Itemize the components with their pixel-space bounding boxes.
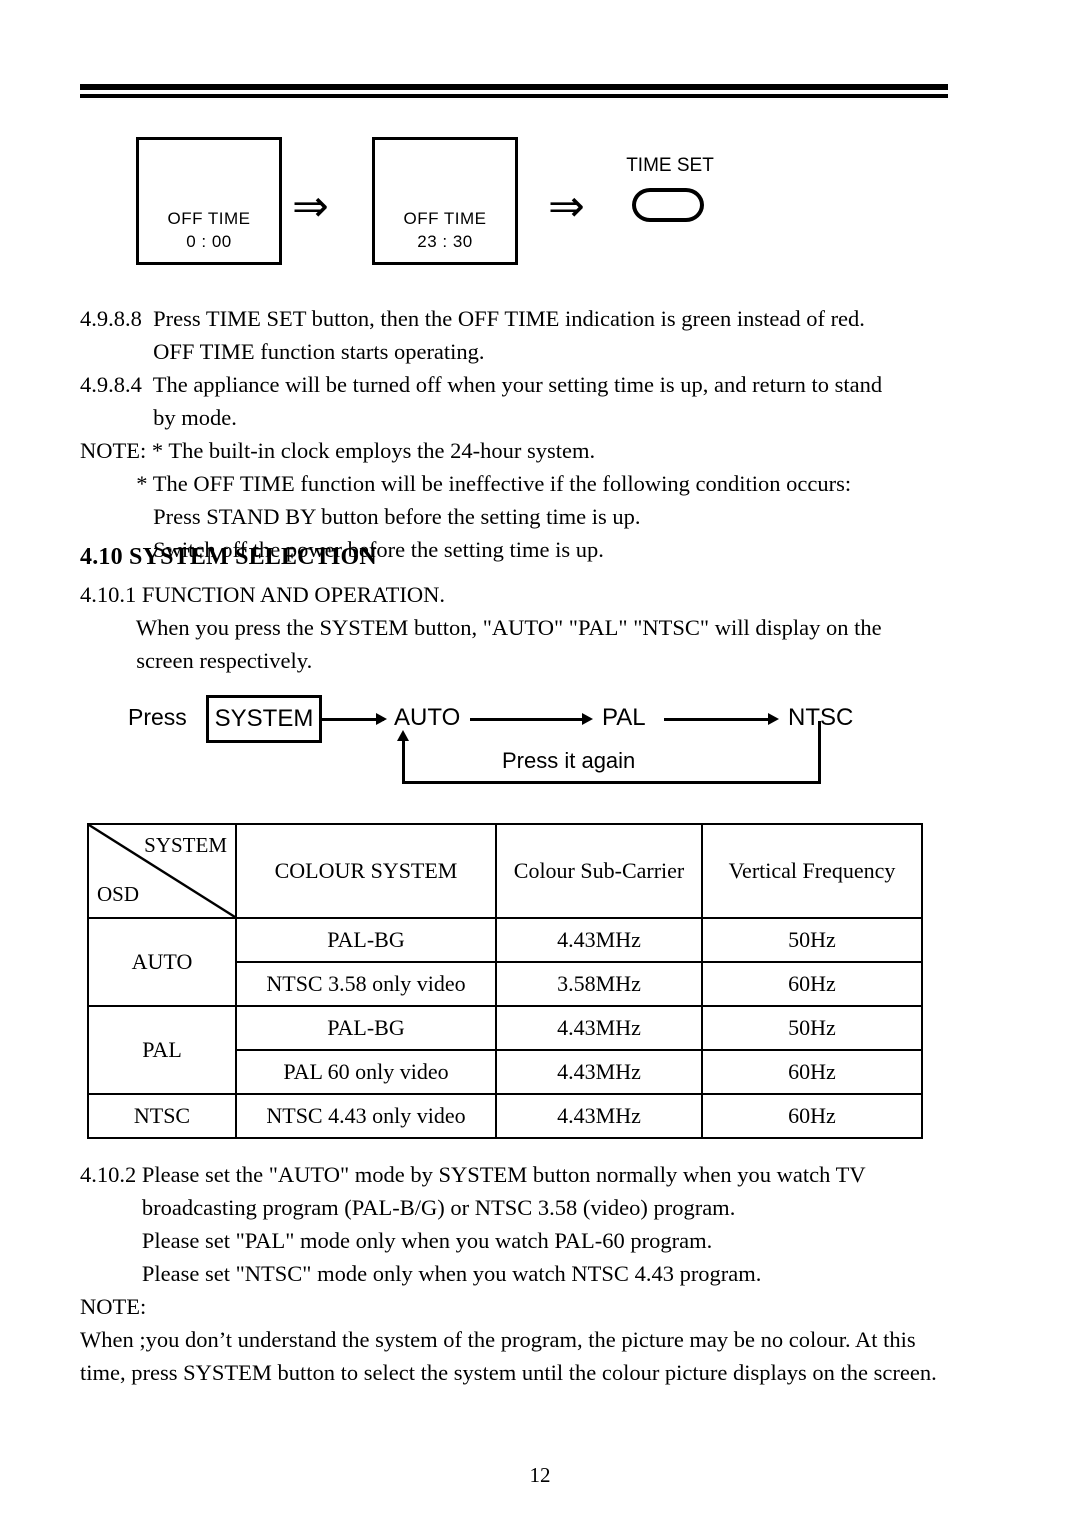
table-cell-sub-carrier: 4.43MHz [495,917,703,963]
flow-line-auto-to-pal [470,718,588,721]
table-cell-colour-system: PAL-BG [235,1005,497,1051]
flow-loop-label: Press it again [502,748,636,773]
table-cell-colour-system: PAL-BG [235,917,497,963]
double-arrow-right-icon-2: ⇒ [548,181,585,232]
time-set-button-icon [632,188,704,222]
table-cell-vertical-frequency: 50Hz [701,917,923,963]
double-arrow-right-icon: ⇒ [292,181,329,232]
flow-loop-line-left [402,738,405,784]
flow-loop-line-bottom [402,781,821,784]
table-cell-colour-system: NTSC 4.43 only video [235,1093,497,1139]
table-cell-sub-carrier: 4.43MHz [495,1093,703,1139]
section-heading-system-selection: 4.10 SYSTEM SELECTION [80,544,377,570]
table-corner-label-system: SYSTEM [144,833,227,857]
header-double-rule [80,84,948,98]
off-time-diagram: OFF TIME 0 : 00 ⇒ OFF TIME 23 : 30 ⇒ TIM… [80,135,960,285]
table-cell-osd-ntsc: NTSC [87,1093,237,1139]
osd-screen-set-line1: OFF TIME [403,209,487,229]
table-header-colour-system: COLOUR SYSTEM [235,823,497,919]
osd-screen-initial-line1: OFF TIME [167,209,251,229]
table-cell-vertical-frequency: 50Hz [701,1005,923,1051]
table-header-row: SYSTEM OSD COLOUR SYSTEM Colour Sub-Carr… [87,823,923,919]
table-cell-vertical-frequency: 60Hz [701,961,923,1007]
osd-screen-initial-text: OFF TIME 0 : 00 [139,208,279,254]
table-cell-osd-pal: PAL [87,1005,237,1095]
flow-system-button-box: SYSTEM [206,695,322,743]
flow-arrowhead-system-to-auto-icon [376,713,387,725]
system-selection-notes: 4.10.2 Please set the "AUTO" mode by SYS… [80,1162,937,1385]
osd-screen-set-text: OFF TIME 23 : 30 [375,208,515,254]
system-button-flow-diagram: Press SYSTEM AUTO PAL NTSC Press it agai… [110,690,910,800]
table-row: PAL PAL-BG 4.43MHz 50Hz [87,1005,923,1095]
osd-screen-initial: OFF TIME 0 : 00 [136,137,282,265]
flow-arrowhead-loop-up-icon [397,730,409,741]
table-cell-vertical-frequency: 60Hz [701,1049,923,1095]
table-cell-sub-carrier: 4.43MHz [495,1049,703,1095]
osd-screen-set: OFF TIME 23 : 30 [372,137,518,265]
flow-press-label: Press [128,704,187,730]
flow-system-button-label: SYSTEM [214,705,314,732]
colour-system-table: SYSTEM OSD COLOUR SYSTEM Colour Sub-Carr… [87,823,923,1139]
page-number: 12 [529,1463,551,1487]
rule-thick-line [80,84,948,90]
table-header-sub-carrier: Colour Sub-Carrier [495,823,703,919]
table-row: NTSC NTSC 4.43 only video 4.43MHz 60Hz [87,1093,923,1139]
table-corner-cell: SYSTEM OSD [87,823,237,919]
flow-arrowhead-pal-to-ntsc-icon [768,713,779,725]
table-cell-colour-system: NTSC 3.58 only video [235,961,497,1007]
osd-screen-initial-line2: 0 : 00 [186,232,232,252]
table-row: AUTO PAL-BG 4.43MHz 50Hz [87,917,923,1007]
flow-line-pal-to-ntsc [664,718,774,721]
rule-thin-line [80,94,948,98]
flow-line-system-to-auto [322,718,384,721]
flow-node-pal: PAL [602,704,646,731]
function-and-operation-text: 4.10.1 FUNCTION AND OPERATION. When you … [80,582,882,673]
table-cell-sub-carrier: 4.43MHz [495,1005,703,1051]
table-cell-osd-auto: AUTO [87,917,237,1007]
off-time-instructions: 4.9.8.8 Press TIME SET button, then the … [80,306,883,562]
flow-arrowhead-auto-to-pal-icon [582,713,593,725]
table-corner-label-osd: OSD [97,882,140,906]
table-header-vertical-frequency: Vertical Frequency [701,823,923,919]
table-cell-sub-carrier: 3.58MHz [495,961,703,1007]
osd-screen-set-line2: 23 : 30 [417,232,473,252]
table-cell-vertical-frequency: 60Hz [701,1093,923,1139]
flow-node-auto: AUTO [394,704,461,731]
flow-loop-line-right [818,721,821,784]
time-set-label: TIME SET [626,155,714,176]
table-cell-colour-system: PAL 60 only video [235,1049,497,1095]
